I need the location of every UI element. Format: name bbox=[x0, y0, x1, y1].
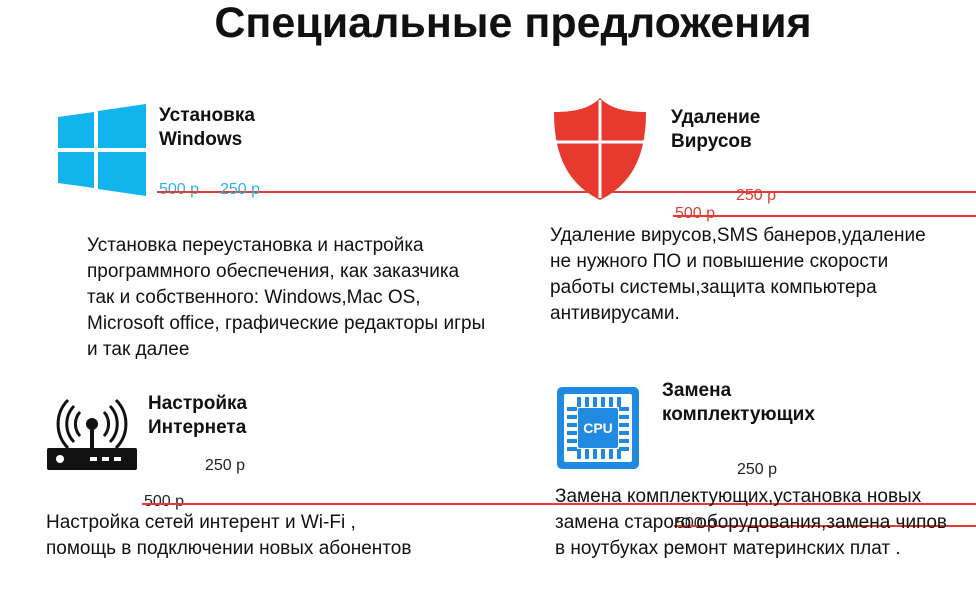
offer-description-windows: Установка переустановка и настройка прог… bbox=[87, 235, 486, 360]
offer-title-virus: Удаление Вирусов bbox=[671, 107, 761, 152]
new-price-virus: 250 р bbox=[736, 187, 777, 204]
offer-description-internet: Настройка сетей интерент и Wi-Fi , помощ… bbox=[46, 512, 412, 559]
offer-title-windows: Установка Windows bbox=[159, 105, 255, 150]
new-price-hardware: 250 р bbox=[737, 461, 778, 478]
shield-icon bbox=[554, 98, 646, 200]
new-price-windows: 250 р bbox=[220, 181, 261, 198]
windows-logo-icon bbox=[58, 104, 146, 196]
offer-description-virus: Удаление вирусов,SMS банеров,удаление не… bbox=[550, 225, 926, 324]
offer-title-hardware: Замена комплектующих bbox=[662, 380, 815, 425]
offer-title-internet: Настройка Интернета bbox=[148, 393, 248, 438]
old-price-virus: 500 р bbox=[673, 205, 976, 223]
svg-text:CPU: CPU bbox=[583, 420, 613, 436]
cpu-chip-icon: CPU bbox=[557, 387, 639, 469]
new-price-internet: 250 р bbox=[205, 457, 246, 474]
offer-description-hardware: Замена комплектующих,установка новых зам… bbox=[555, 486, 948, 559]
page-title: Специальные предложения bbox=[214, 0, 812, 47]
router-icon bbox=[47, 398, 137, 470]
